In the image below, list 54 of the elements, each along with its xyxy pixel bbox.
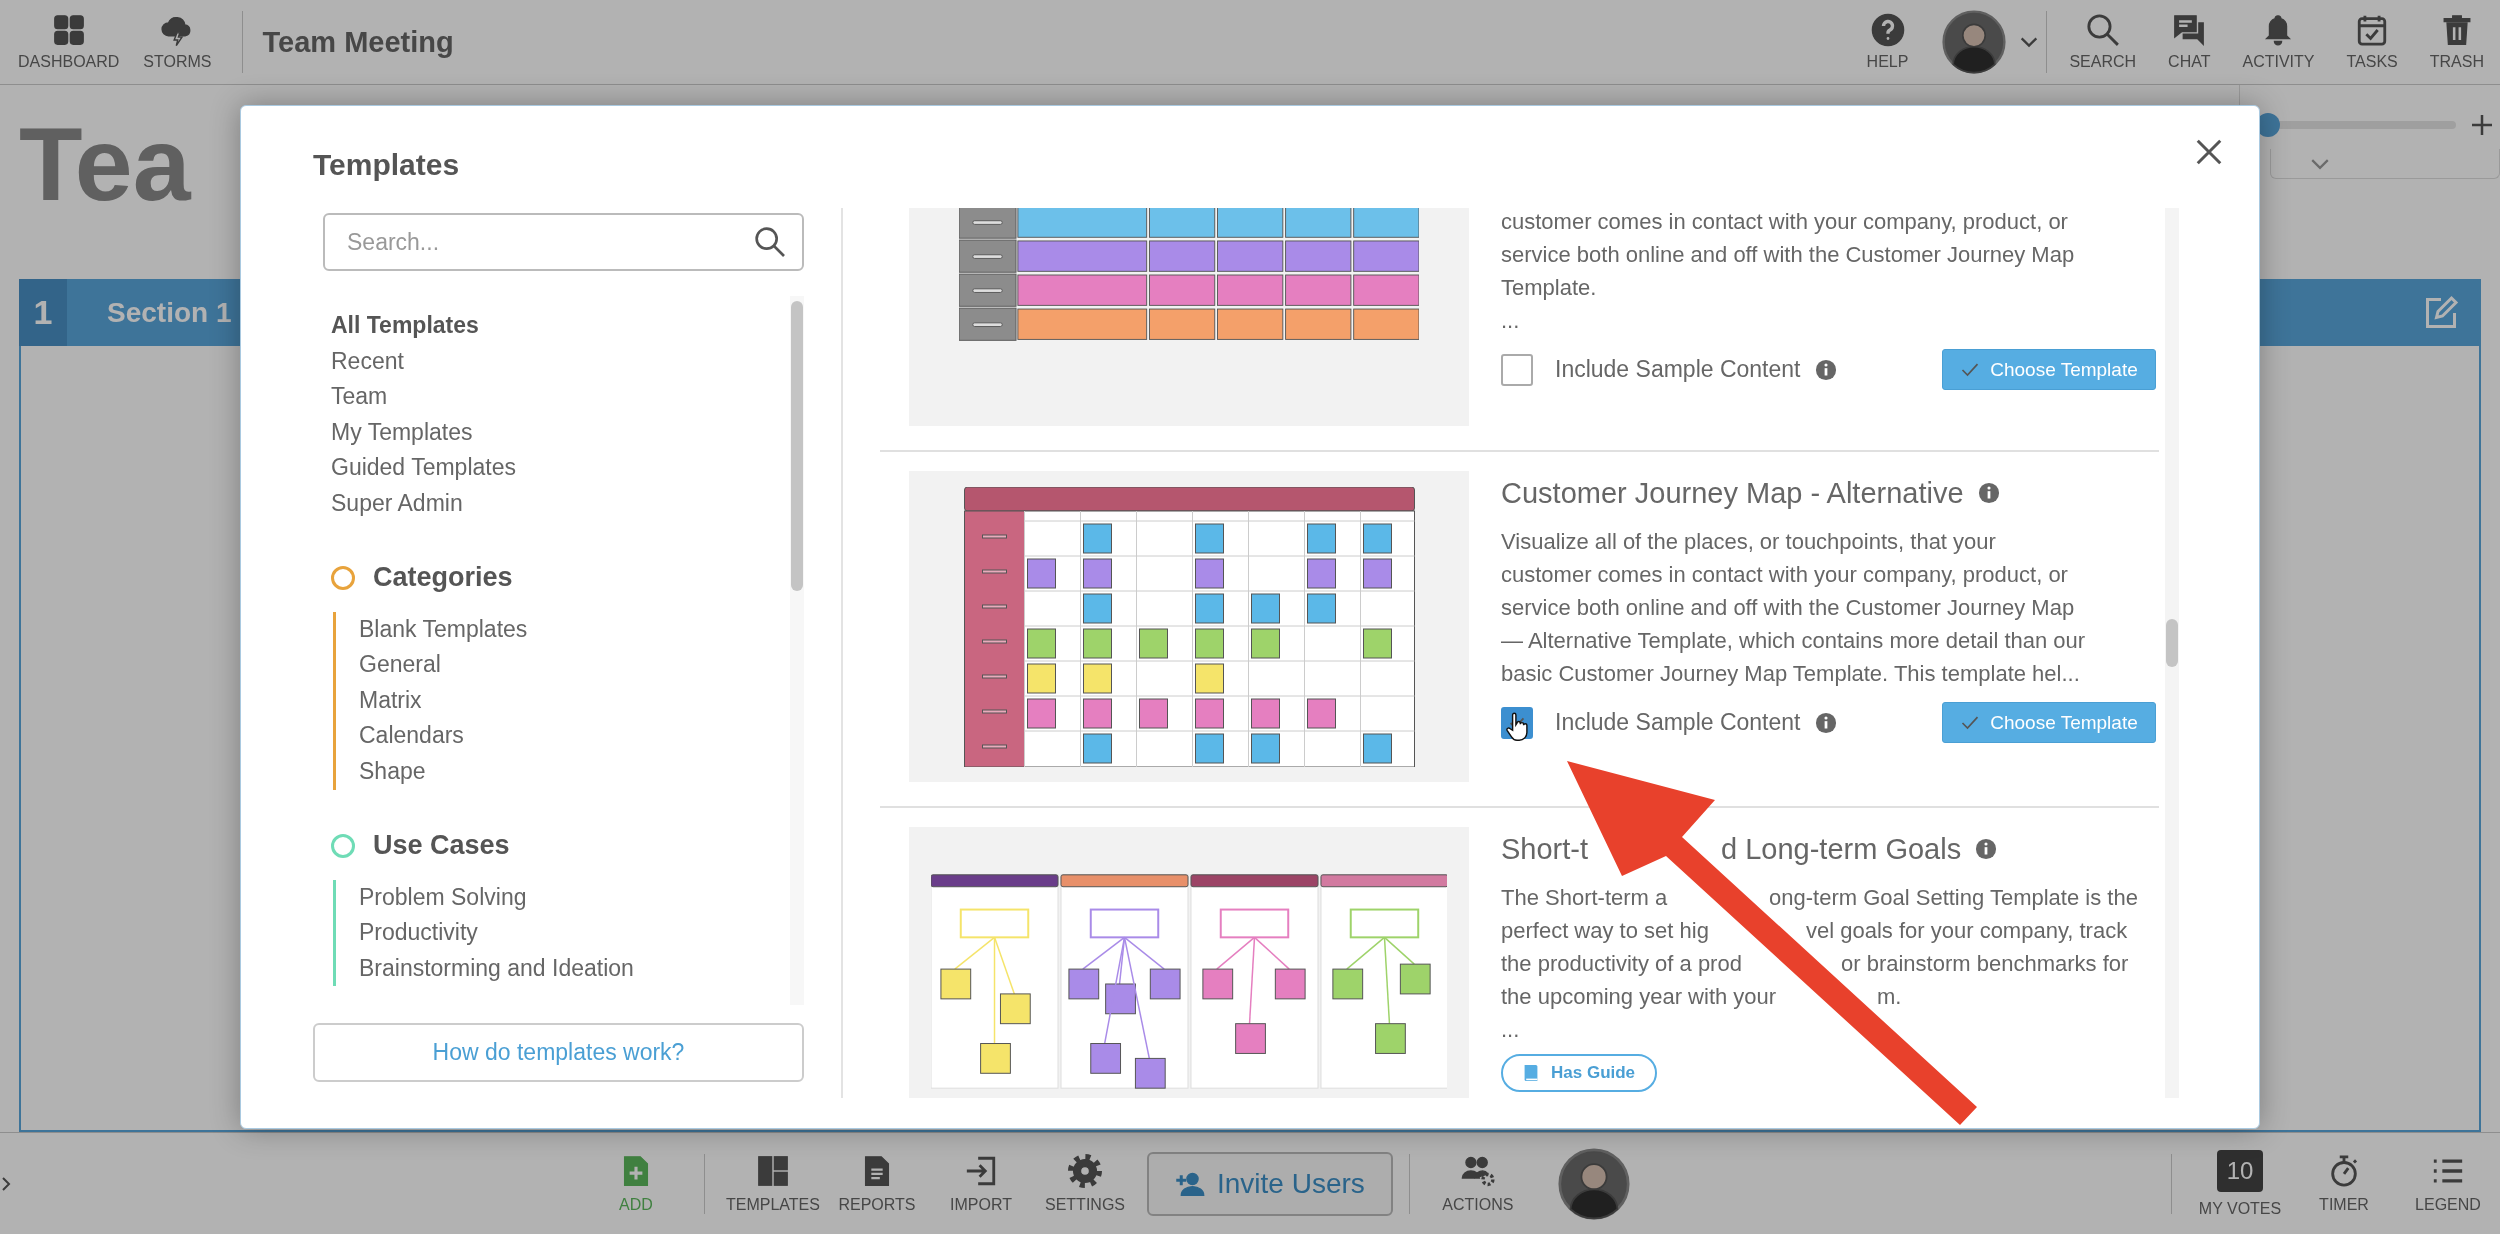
toolbar-button[interactable]: REPORTS xyxy=(825,1153,929,1214)
nav-item[interactable]: Super Admin xyxy=(331,485,790,522)
toolbar-button[interactable]: TASKS xyxy=(2330,13,2414,71)
nav-item[interactable]: My Templates xyxy=(331,414,790,451)
toolbar-button[interactable]: SETTINGS xyxy=(1033,1153,1137,1214)
toolbar-button[interactable]: ADD xyxy=(584,1153,688,1214)
actions-button[interactable]: ACTIONS xyxy=(1425,1153,1530,1214)
toolbar-button[interactable]: LEGEND xyxy=(2396,1153,2500,1214)
template-title: Customer Journey Map - Alternative xyxy=(1501,476,1964,510)
help-link-button[interactable]: How do templates work? xyxy=(313,1023,804,1082)
dialog-title: Templates xyxy=(313,147,460,183)
toolbar-button[interactable]: HELP xyxy=(1850,13,1925,71)
checkbox-label[interactable]: Include Sample Content xyxy=(1555,709,1801,736)
has-guide-badge[interactable]: Has Guide xyxy=(1501,1054,1658,1092)
board-title: Team Meeting xyxy=(262,25,454,59)
nav-item[interactable]: Matrix xyxy=(359,682,790,719)
template-title: Short-t d Long-term Goals xyxy=(1501,832,1962,866)
ellipsis-text: ... xyxy=(1501,307,1520,335)
template-description: The Short-term a ong-term Goal Setting Template is the perfect way to set hig vel goals for your company, track the productivity of a prod or brainstorm benchmarks for the upcoming year with your m. xyxy=(1501,884,2138,1011)
toolbar-button[interactable]: IMPORT xyxy=(929,1153,1033,1214)
nav-item[interactable]: All Templates xyxy=(331,308,790,344)
section-title: Section 1 xyxy=(107,296,232,329)
nav-item[interactable]: Brainstorming and Ideation xyxy=(359,950,790,987)
nav-button[interactable]: STORMS xyxy=(131,13,224,71)
nav-item[interactable]: General xyxy=(359,647,790,683)
nav-item[interactable]: Recent xyxy=(331,343,790,380)
search-field[interactable]: Search... xyxy=(323,213,804,271)
nav-item[interactable]: Problem Solving xyxy=(359,879,790,916)
toolbar-button[interactable]: CHAT xyxy=(2152,13,2227,71)
section-number: 1 xyxy=(19,279,67,346)
toolbar-button[interactable]: TEMPLATES xyxy=(721,1153,825,1214)
toolbar-button[interactable]: TIMER xyxy=(2292,1153,2396,1214)
nav-item[interactable]: Productivity xyxy=(359,915,790,951)
choose-template-button[interactable]: Choose Template xyxy=(1942,702,2156,743)
template-description: Visualize all of the places, or touchpoints, that your customer comes in contact with your company, product, or service both online and off with the Customer Journey Map — Alternative Template, which contains more detail than our basic Customer Journey Map Template. This template hel... xyxy=(1501,528,2086,688)
checkbox-label[interactable]: Include Sample Content xyxy=(1555,356,1801,383)
page-title: Tea xyxy=(19,107,191,224)
nav-item[interactable]: Team xyxy=(331,379,790,415)
nav-item[interactable]: Shape xyxy=(359,753,790,790)
toolbar-button[interactable]: TRASH xyxy=(2413,13,2500,71)
ellipsis-text: ... xyxy=(1501,1016,1520,1044)
invite-users-button[interactable]: Invite Users xyxy=(1147,1151,1393,1216)
toolbar-button[interactable]: ACTIVITY xyxy=(2226,13,2331,71)
group-title: Use Cases xyxy=(373,830,510,862)
template-description: customer comes in contact with your company, product, or service both online and off with the Customer Journey Map Template. xyxy=(1501,208,2075,302)
vote-count-badge: 10 xyxy=(2217,1149,2263,1192)
choose-template-button[interactable]: Choose Template xyxy=(1942,349,2156,390)
nav-item[interactable]: Calendars xyxy=(359,718,790,754)
toolbar-button[interactable]: SEARCH xyxy=(2053,13,2153,71)
group-title: Categories xyxy=(373,562,513,594)
nav-item[interactable]: Blank Templates xyxy=(359,611,790,648)
nav-button[interactable]: DASHBOARD xyxy=(6,13,132,71)
toolbar-button[interactable]: 10 MY VOTES xyxy=(2188,1149,2292,1218)
nav-item[interactable]: Guided Templates xyxy=(331,450,790,486)
